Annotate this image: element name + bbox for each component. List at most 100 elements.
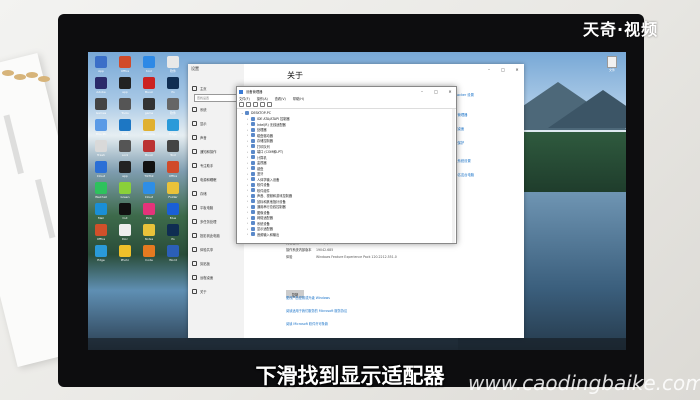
desktop-icon[interactable]: app [114, 77, 136, 98]
desktop-icon[interactable]: Folder [162, 182, 184, 203]
help-icon[interactable] [260, 102, 265, 107]
settings-nav-item[interactable]: 系统 [192, 104, 207, 114]
device-icon [251, 210, 255, 215]
settings-nav-item[interactable]: 平板电脑 [192, 202, 213, 212]
settings-link[interactable]: 更改产品密钥或升级 Windows [286, 295, 330, 300]
settings-nav-item[interactable]: 主页 [192, 83, 207, 93]
maximize-button[interactable]: □ [496, 64, 510, 74]
device-manager-toolbar [237, 102, 456, 109]
app-icon [143, 140, 155, 152]
settings-nav-item[interactable]: 存储 [192, 188, 207, 198]
desktop-icon-label: Doc [122, 237, 128, 241]
desktop-icon[interactable]: This PC [90, 119, 112, 140]
desktop-icon-label: WeChat [95, 195, 107, 199]
settings-nav-item[interactable]: 体验共享 [192, 244, 213, 254]
desktop-icon[interactable]: Ps [162, 224, 184, 245]
settings-nav-item[interactable]: 关于 [192, 286, 207, 296]
desktop-icon-label: Folder [168, 195, 178, 199]
desktop-icon[interactable]: Cut [114, 203, 136, 224]
minimize-button[interactable]: – [415, 87, 429, 96]
desktop-icon[interactable]: Tools [114, 98, 136, 119]
desktop-icon[interactable]: 软件 [162, 98, 184, 119]
desktop-icon[interactable]: Code [138, 245, 160, 266]
back-icon[interactable] [239, 102, 244, 107]
desktop-icon[interactable]: app [114, 161, 136, 182]
desktop-icon[interactable]: Cloud [90, 161, 112, 182]
desktop-icon[interactable]: Tool [162, 140, 184, 161]
desktop-icon-label: App [98, 69, 104, 73]
settings-nav-item[interactable]: 远程桌面 [192, 272, 213, 282]
device-category-label: 音频输入和输出 [257, 232, 280, 237]
page-title: 关于 [287, 71, 303, 80]
desktop-icon[interactable]: Photo [114, 245, 136, 266]
desktop-icon[interactable]: Edit [114, 119, 136, 140]
desktop-icon[interactable]: Music [138, 77, 160, 98]
settings-link[interactable]: 阅读适用于我们服务的 Microsoft 服务协议 [286, 308, 347, 313]
desktop-icon[interactable]: Edge [162, 119, 184, 140]
minimize-button[interactable]: – [482, 64, 496, 74]
desktop-icon[interactable]: 软件 [162, 56, 184, 77]
settings-nav-item[interactable]: 声音 [192, 132, 207, 142]
scan-icon[interactable] [267, 102, 272, 107]
nav-icon [192, 190, 197, 196]
app-icon [167, 203, 179, 215]
brand-logo: 天奇·视频 [583, 20, 659, 39]
device-tree-root[interactable]: ⌄ DESKTOP-PC [241, 110, 271, 115]
desktop-file-icon[interactable]: 文件 [605, 56, 619, 72]
settings-nav-item[interactable]: 电源和睡眠 [192, 174, 216, 184]
desktop-icon[interactable]: Blue [162, 203, 184, 224]
desktop-icon[interactable]: Office [90, 224, 112, 245]
desktop-icon[interactable]: Chrome [138, 119, 160, 140]
device-tree-scrollbar[interactable] [452, 109, 455, 243]
desktop-icon[interactable]: Green [114, 182, 136, 203]
device-category-label: 通用串行总线控制器 [257, 205, 286, 210]
desktop-icon[interactable]: game [138, 98, 160, 119]
device-category[interactable]: › 音频输入和输出 [247, 232, 279, 237]
device-icon [251, 116, 255, 121]
close-button[interactable]: ✕ [443, 87, 457, 96]
desktop-icon[interactable]: TikTok [138, 161, 160, 182]
desktop-icon[interactable]: Notes [138, 224, 160, 245]
settings-nav-item[interactable]: 剪贴板 [192, 258, 210, 268]
desktop-icon[interactable]: Office [114, 56, 136, 77]
desktop-icon[interactable]: App [90, 56, 112, 77]
desktop-icon[interactable]: Mail [90, 203, 112, 224]
settings-nav-item[interactable]: 投影到此电脑 [192, 230, 220, 240]
app-icon [167, 77, 179, 89]
desktop-icon[interactable]: tool [138, 56, 160, 77]
desktop-icon[interactable]: WeChat [90, 182, 112, 203]
desktop-icon[interactable]: Lock [114, 140, 136, 161]
desktop-icon-label: Edit [122, 132, 128, 136]
desktop-icon[interactable]: Trash [90, 140, 112, 161]
desktop-icon[interactable]: Games [90, 98, 112, 119]
desktop-icon[interactable]: Pink [138, 203, 160, 224]
desktop-icon[interactable]: Doc [114, 224, 136, 245]
desktop-icon[interactable]: Office [162, 161, 184, 182]
desktop-icon-label: Green [120, 195, 130, 199]
maximize-button[interactable]: □ [429, 87, 443, 96]
app-icon [119, 119, 131, 131]
desktop-icon[interactable]: Adobe [90, 77, 112, 98]
properties-icon[interactable] [253, 102, 258, 107]
desktop-icon-label: Cut [122, 216, 128, 220]
settings-nav-item[interactable]: 通知和操作 [192, 146, 216, 156]
desktop-icon[interactable]: Edge [90, 245, 112, 266]
settings-nav-item[interactable]: 专注助手 [192, 160, 213, 170]
desktop-icon-label: Word [169, 258, 177, 262]
settings-search-input[interactable]: 查找设置 [194, 94, 240, 102]
desktop-icon[interactable]: Cloud [138, 182, 160, 203]
desktop-icon-label: Tool [170, 153, 176, 157]
desktop-icon[interactable]: Word [162, 245, 184, 266]
forward-icon[interactable] [246, 102, 251, 107]
settings-nav-item[interactable]: 多任务处理 [192, 216, 216, 226]
settings-link[interactable]: 阅读 Microsoft 软件许可条款 [286, 321, 328, 326]
desktop-icon[interactable]: Ps [162, 77, 184, 98]
app-icon [95, 182, 107, 194]
desktop-icon[interactable]: Music [138, 140, 160, 161]
settings-nav-label: 通知和操作 [200, 149, 217, 154]
close-button[interactable]: ✕ [510, 64, 524, 74]
paper-handwriting [3, 114, 24, 175]
device-category-label: 处理器 [257, 128, 267, 133]
device-category-label: 打印队列 [257, 144, 270, 149]
settings-nav-item[interactable]: 显示 [192, 118, 207, 128]
